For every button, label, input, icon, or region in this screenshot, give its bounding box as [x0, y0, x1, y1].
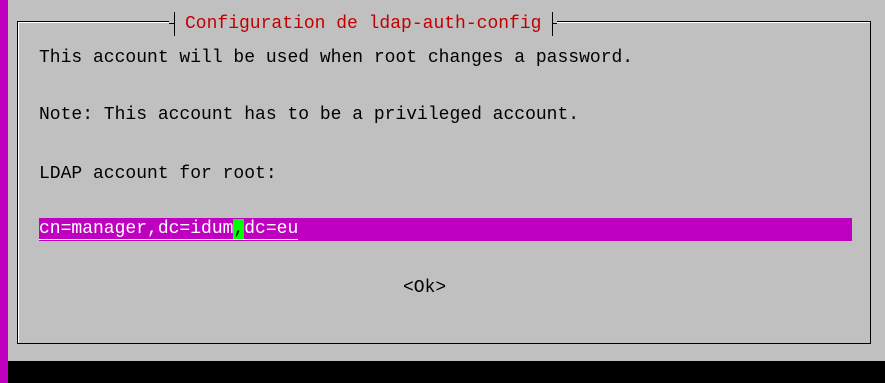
dialog-title: Configuration de ldap-auth-config [185, 14, 542, 34]
title-right-bracket [547, 12, 558, 36]
title-left-bracket [169, 12, 179, 36]
input-value-before-cursor: cn=manager,dc=idum [39, 219, 234, 240]
note-line: Note: This account has to be a privilege… [39, 105, 580, 125]
ldap-account-input[interactable]: cn=manager,dc=idum,dc=eu [39, 218, 852, 241]
ok-button[interactable]: <Ok> [403, 277, 446, 299]
text-cursor: , [233, 219, 245, 240]
input-value-after-cursor: dc=eu [244, 219, 299, 240]
terminal-bottom-bar [0, 361, 885, 383]
terminal-left-stripe [0, 0, 8, 383]
input-prompt-label: LDAP account for root: [39, 164, 277, 184]
dialog-title-bar: Configuration de ldap-auth-config [169, 11, 558, 37]
description-line: This account will be used when root chan… [39, 48, 634, 68]
